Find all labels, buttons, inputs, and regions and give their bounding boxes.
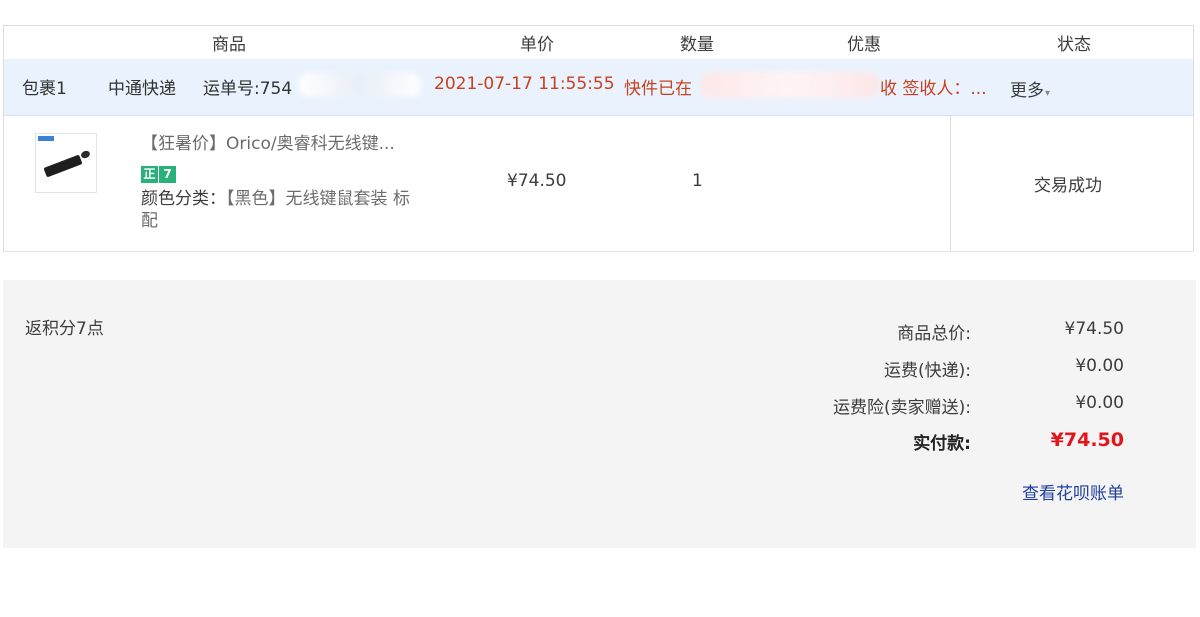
column-header-quantity: 数量 [680, 35, 714, 55]
product-sku: 颜色分类：【黑色】无线键鼠套装 标配 [141, 188, 426, 232]
seven-day-return-badge: 7 [159, 166, 176, 183]
order-item-row: 【狂暑价】Orico/奥睿科无线键... 正7 颜色分类：【黑色】无线键鼠套装 … [4, 115, 1193, 251]
carrier-name: 中通快递 [108, 79, 176, 99]
column-header-unit-price: 单价 [520, 35, 554, 55]
mouse-icon [80, 149, 91, 160]
row-divider [4, 251, 1193, 252]
order-summary-panel: 返积分7点 商品总价: ¥74.50 运费(快递): ¥0.00 运费险(卖家赠… [3, 280, 1196, 548]
product-badges: 正7 [141, 163, 177, 183]
tracking-redaction [299, 73, 421, 97]
product-thumbnail[interactable] [35, 133, 97, 193]
total-label: 实付款: [913, 434, 971, 454]
insurance-value: ¥0.00 [1075, 393, 1124, 413]
order-status: 交易成功 [1034, 176, 1102, 196]
shipping-value: ¥0.00 [1075, 356, 1124, 376]
total-value: ¥74.50 [1050, 429, 1124, 451]
item-quantity: 1 [692, 171, 703, 191]
column-header-product: 商品 [212, 35, 246, 55]
column-header-discount: 优惠 [847, 35, 881, 55]
table-header: 商品 单价 数量 优惠 状态 [4, 26, 1193, 60]
huabei-bill-link[interactable]: 查看花呗账单 [1022, 479, 1124, 504]
logistics-update-prefix: 快件已在 [624, 79, 692, 99]
sku-label: 颜色分类： [141, 189, 226, 209]
unit-price: ¥74.50 [507, 171, 567, 191]
logistics-update-suffix: 收 签收人：... [880, 79, 987, 99]
chevron-down-icon: ▾ [1045, 88, 1051, 99]
shipping-label: 运费(快递): [884, 361, 971, 381]
keyboard-icon [43, 154, 83, 178]
logistics-redaction [701, 72, 879, 98]
subtotal-value: ¥74.50 [1064, 319, 1124, 339]
more-label: 更多 [1010, 81, 1044, 101]
genuine-badge: 正 [141, 166, 158, 183]
logistics-timestamp: 2021-07-17 11:55:55 [434, 74, 615, 94]
status-divider [950, 115, 951, 251]
tracking-number: 运单号:754 [203, 79, 293, 99]
insurance-label: 运费险(卖家赠送): [833, 398, 971, 418]
product-title-link[interactable]: 【狂暑价】Orico/奥睿科无线键... [141, 129, 395, 154]
package-info-bar: 包裹1 中通快递 运单号:754 2021-07-17 11:55:55 快件已… [4, 59, 1193, 116]
package-name: 包裹1 [22, 79, 67, 99]
more-dropdown[interactable]: 更多▾ [1010, 76, 1050, 101]
column-header-status: 状态 [1057, 35, 1091, 55]
reward-points: 返积分7点 [25, 319, 104, 339]
subtotal-label: 商品总价: [897, 324, 971, 344]
order-package-box: 商品 单价 数量 优惠 状态 包裹1 中通快递 运单号:754 2021-07-… [3, 25, 1194, 252]
brand-tag-icon [38, 136, 54, 141]
